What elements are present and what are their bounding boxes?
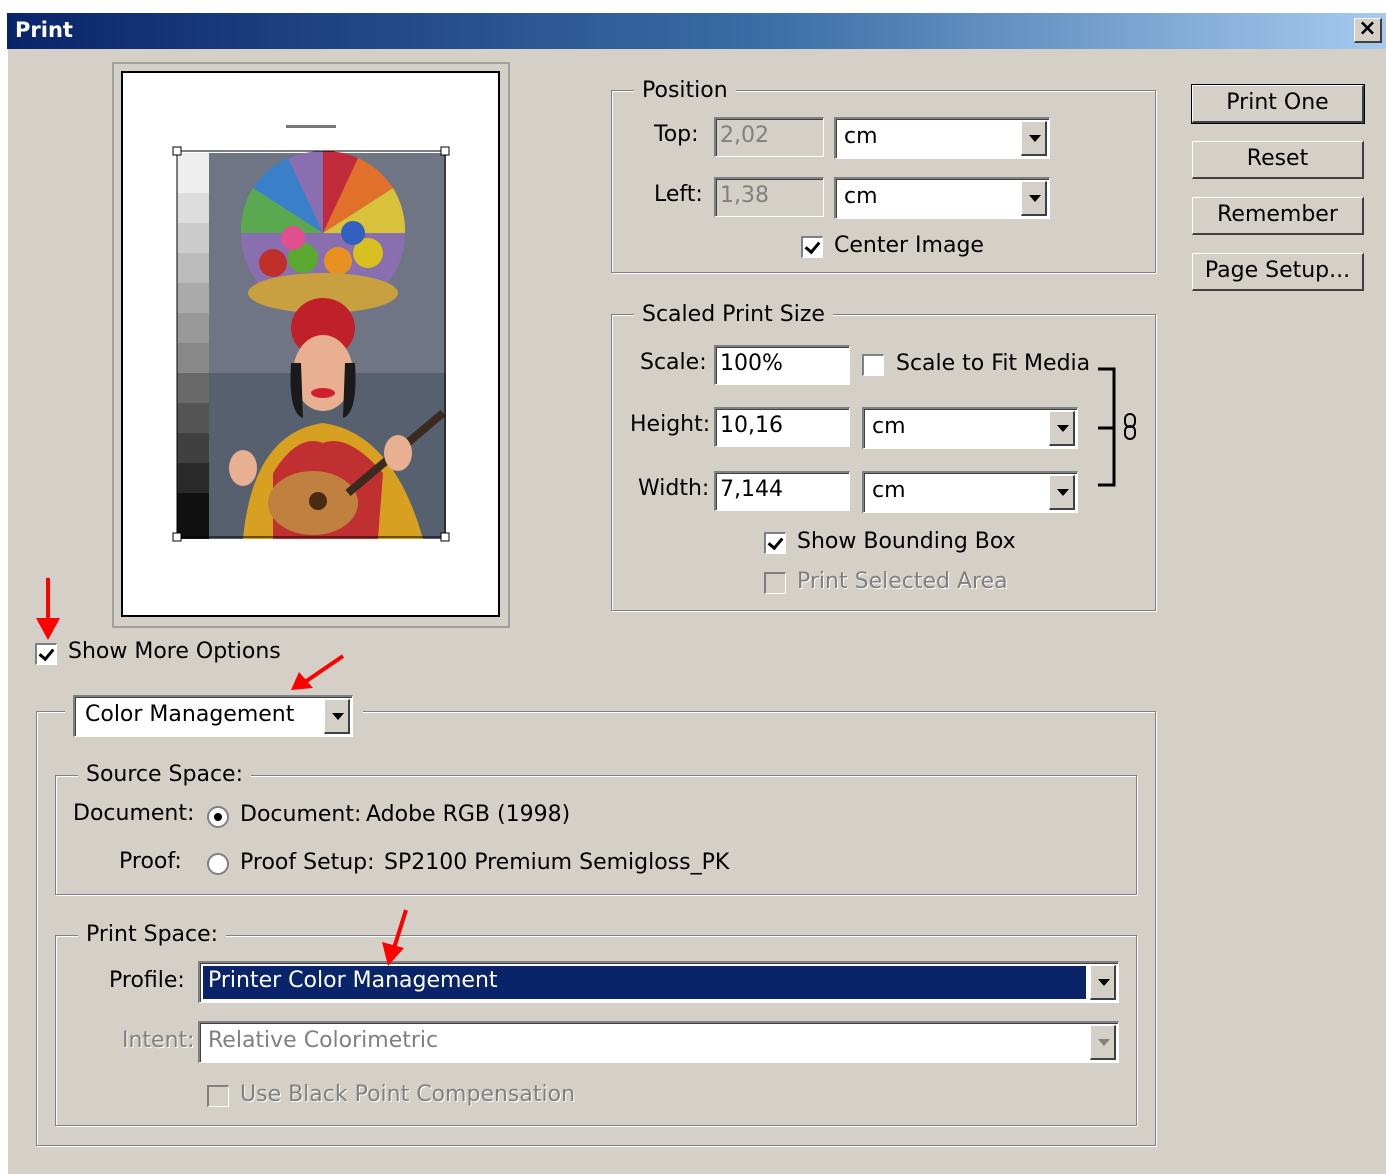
document-label: Document: xyxy=(73,801,195,826)
show-more-options-label[interactable]: Show More Options xyxy=(68,639,281,664)
source-space-legend: Source Space: xyxy=(78,762,252,787)
top-label: Top: xyxy=(654,122,699,147)
chevron-down-icon[interactable] xyxy=(1049,411,1075,446)
black-point-compensation-checkbox xyxy=(207,1085,229,1107)
height-unit-value: cm xyxy=(872,414,906,439)
options-section-select[interactable]: Color Management xyxy=(73,695,353,737)
top-input[interactable]: 2,02 xyxy=(714,117,824,157)
document-profile: Adobe RGB (1998) xyxy=(366,802,571,827)
scale-to-fit-label[interactable]: Scale to Fit Media xyxy=(896,351,1090,376)
print-space-legend: Print Space: xyxy=(78,922,227,947)
chevron-down-icon xyxy=(1090,1025,1116,1060)
proof-label: Proof: xyxy=(119,849,182,874)
left-unit-value: cm xyxy=(844,184,878,209)
chevron-down-icon[interactable] xyxy=(1090,965,1116,1000)
width-label: Width: xyxy=(638,476,710,501)
top-unit-value: cm xyxy=(844,124,878,149)
intent-select: Relative Colorimetric xyxy=(198,1021,1119,1063)
proof-radio[interactable] xyxy=(207,853,229,875)
height-unit-select[interactable]: cm xyxy=(862,407,1078,449)
link-icon[interactable] xyxy=(1094,362,1144,492)
width-input[interactable]: 7,144 xyxy=(714,471,850,511)
annotation-arrow-icon xyxy=(36,578,60,640)
profile-value: Printer Color Management xyxy=(208,968,498,993)
top-unit-select[interactable]: cm xyxy=(834,117,1050,159)
intent-value: Relative Colorimetric xyxy=(208,1028,439,1053)
document-radio[interactable] xyxy=(207,806,229,828)
title-bar[interactable]: Print × xyxy=(7,13,1386,49)
proof-radio-label[interactable]: Proof Setup: xyxy=(240,850,375,875)
width-unit-value: cm xyxy=(872,478,906,503)
width-unit-select[interactable]: cm xyxy=(862,471,1078,513)
preview-image xyxy=(172,125,450,542)
show-more-options-checkbox[interactable] xyxy=(35,643,57,665)
annotation-arrow-icon xyxy=(291,654,345,690)
chevron-down-icon[interactable] xyxy=(1021,181,1047,216)
remember-button[interactable]: Remember xyxy=(1192,197,1364,235)
print-one-button[interactable]: Print One xyxy=(1191,84,1365,124)
center-image-label[interactable]: Center Image xyxy=(834,233,984,258)
chevron-down-icon[interactable] xyxy=(1049,475,1075,510)
annotation-arrow-icon xyxy=(382,909,408,966)
left-input[interactable]: 1,38 xyxy=(714,177,824,217)
reset-button[interactable]: Reset xyxy=(1192,141,1364,179)
chevron-down-icon[interactable] xyxy=(1021,121,1047,156)
profile-select[interactable]: Printer Color Management xyxy=(198,961,1119,1003)
scale-label: Scale: xyxy=(640,350,707,375)
black-point-compensation-label: Use Black Point Compensation xyxy=(240,1082,576,1107)
left-unit-select[interactable]: cm xyxy=(834,177,1050,219)
profile-label: Profile: xyxy=(109,968,185,993)
scale-to-fit-checkbox[interactable] xyxy=(862,354,884,376)
document-radio-label[interactable]: Document: xyxy=(240,802,361,827)
intent-label: Intent: xyxy=(122,1028,195,1053)
window-title: Print xyxy=(15,18,73,42)
scaled-print-size-legend: Scaled Print Size xyxy=(634,302,833,327)
show-bounding-box-label[interactable]: Show Bounding Box xyxy=(797,529,1016,554)
proof-profile: SP2100 Premium Semigloss_PK xyxy=(384,850,730,875)
height-input[interactable]: 10,16 xyxy=(714,407,850,447)
chevron-down-icon[interactable] xyxy=(324,699,350,734)
left-label: Left: xyxy=(654,182,703,207)
height-label: Height: xyxy=(630,412,711,437)
show-bounding-box-checkbox[interactable] xyxy=(764,532,786,554)
print-selected-area-checkbox xyxy=(764,572,786,594)
center-image-checkbox[interactable] xyxy=(801,236,823,258)
scale-input[interactable]: 100% xyxy=(714,345,850,385)
close-button[interactable]: × xyxy=(1354,18,1382,43)
print-selected-area-label: Print Selected Area xyxy=(797,569,1008,594)
print-preview-paper xyxy=(121,71,500,617)
source-space-group xyxy=(55,775,1137,895)
page-setup-button[interactable]: Page Setup... xyxy=(1192,253,1364,291)
position-legend: Position xyxy=(634,78,736,103)
options-section-value: Color Management xyxy=(85,702,295,727)
